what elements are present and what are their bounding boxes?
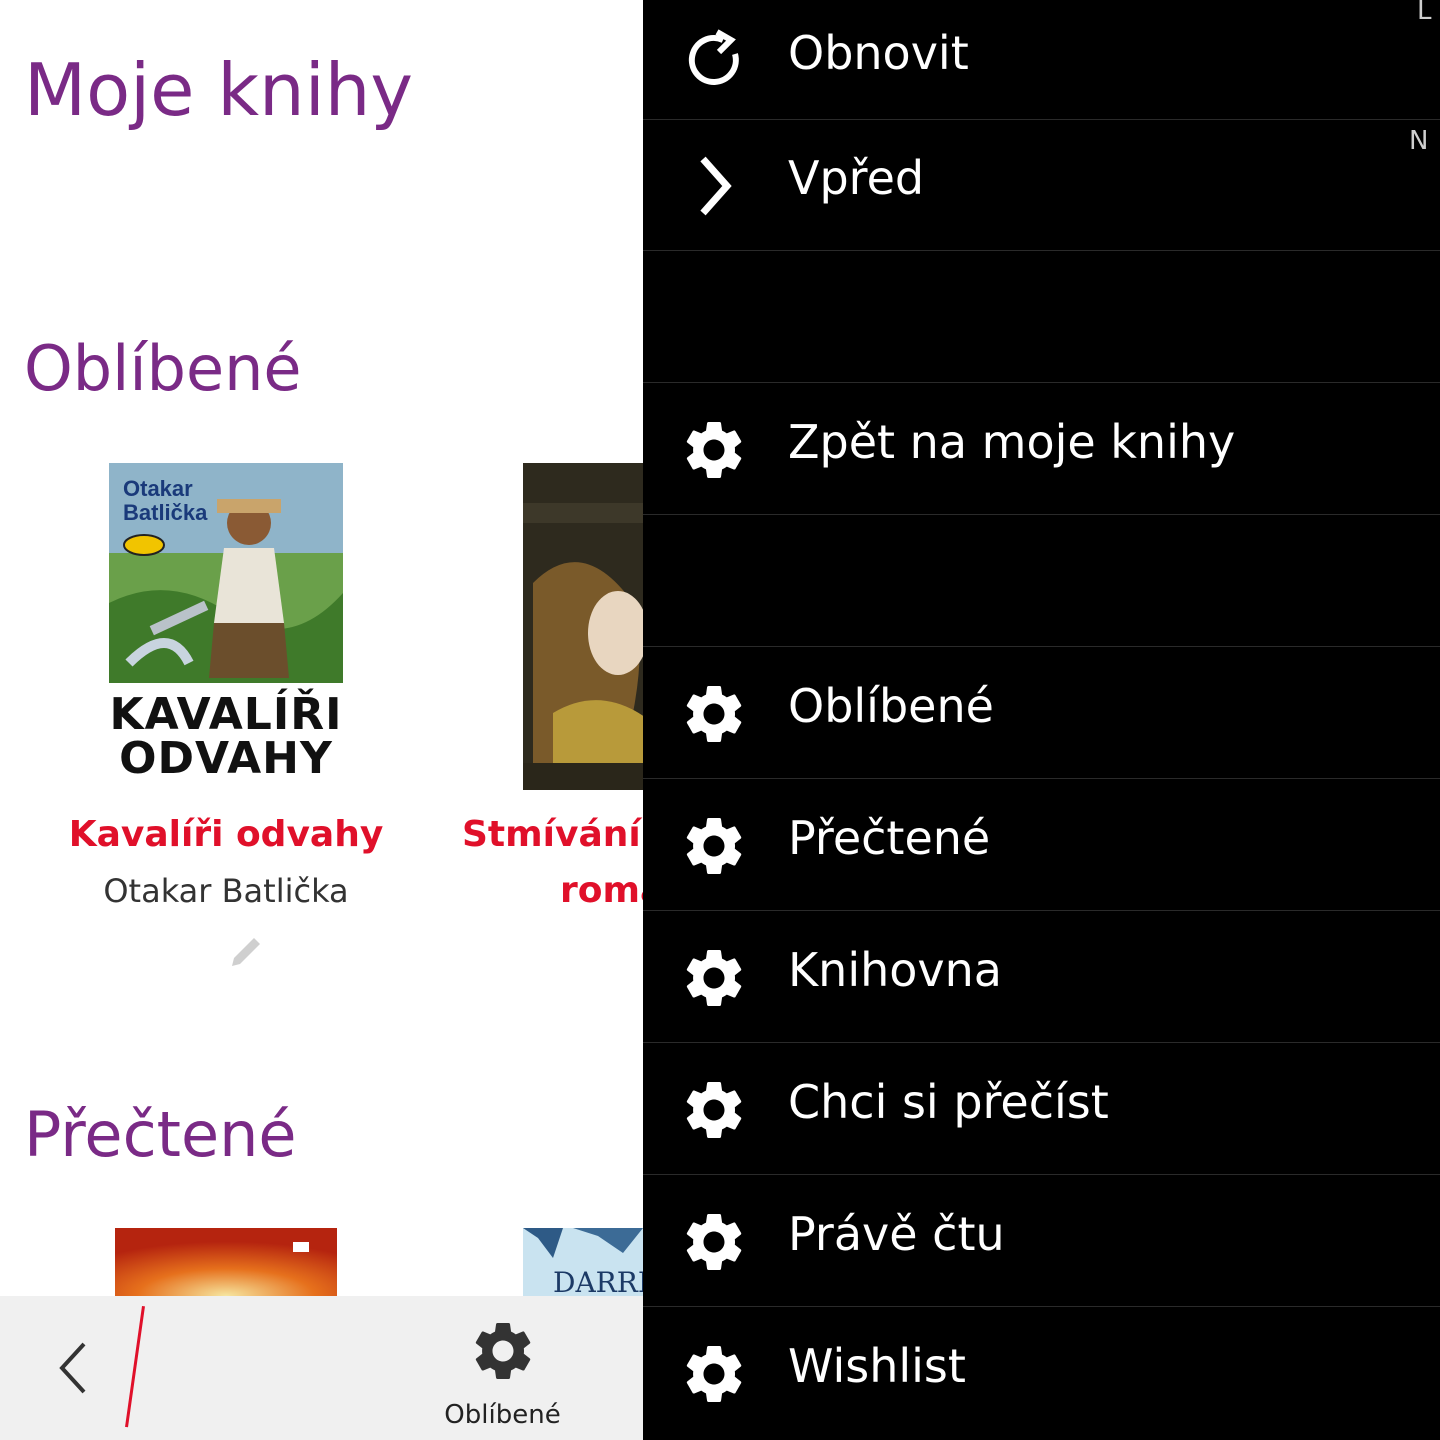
- menu-item-wishlist[interactable]: Wishlist: [643, 1307, 1440, 1438]
- menu-item-label: Chci si přečíst: [788, 1075, 1109, 1129]
- refresh-icon: [688, 29, 739, 85]
- section-title-read: Přečtené: [24, 1098, 297, 1171]
- book-title[interactable]: Kavalíři odvahy: [66, 814, 386, 855]
- gear-icon: [686, 950, 742, 1006]
- menu-item-currently-reading[interactable]: Právě čtu: [643, 1175, 1440, 1307]
- menu-item-label: Zpět na moje knihy: [788, 415, 1236, 469]
- menu-item-want-to-read[interactable]: Chci si přečíst: [643, 1043, 1440, 1175]
- book-author: Otakar Batlička: [103, 872, 349, 910]
- side-menu: Obnovit Vpřed Zpět na moje knihy Oblíben…: [643, 0, 1440, 1440]
- menu-item-empty: [643, 251, 1440, 383]
- cover-art: DARREN: [523, 1228, 643, 1296]
- menu-item-label: Knihovna: [788, 943, 1002, 997]
- menu-item-empty: [643, 515, 1440, 647]
- gear-icon: [686, 686, 742, 742]
- book-cover-read-1[interactable]: [115, 1228, 337, 1296]
- edge-index-letter: L: [1417, 0, 1432, 26]
- menu-item-library[interactable]: Knihovna: [643, 911, 1440, 1043]
- book-cover-read-2[interactable]: DARREN: [523, 1228, 643, 1296]
- chevron-right-icon: [700, 156, 732, 216]
- menu-item-label: Vpřed: [788, 151, 925, 205]
- gear-icon: [686, 1346, 742, 1402]
- edge-index-letter: N: [1409, 126, 1429, 156]
- menu-item-label: Přečtené: [788, 811, 991, 865]
- cover-art: [115, 1228, 337, 1296]
- menu-item-label: Wishlist: [788, 1339, 966, 1393]
- book-cover-stmivani[interactable]: [523, 463, 643, 790]
- section-title-favorites: Oblíbené: [24, 332, 302, 405]
- book-title-line2: roma: [560, 870, 643, 911]
- menu-item-favorites[interactable]: Oblíbené: [643, 647, 1440, 779]
- book-cover-kavaliri-odvahy[interactable]: Otakar Batlička KAVALÍŘI ODVAHY: [109, 463, 343, 790]
- my-books-page: Moje knihy Oblíbené Otakar Batlička KAVA…: [0, 0, 643, 1440]
- gear-icon: [475, 1323, 531, 1379]
- page-title: Moje knihy: [24, 48, 413, 132]
- menu-item-forward[interactable]: Vpřed: [643, 119, 1440, 251]
- cover-art: [523, 463, 643, 790]
- gear-icon: [686, 1082, 742, 1138]
- menu-item-refresh[interactable]: Obnovit: [643, 0, 1440, 120]
- edit-pencil-icon[interactable]: [228, 934, 264, 970]
- favorites-tab-label: Oblíbené: [444, 1400, 561, 1430]
- menu-item-label: Právě čtu: [788, 1207, 1005, 1261]
- back-arrow-icon[interactable]: [50, 1338, 100, 1398]
- menu-item-label: Oblíbené: [788, 679, 994, 733]
- book-title[interactable]: Stmívání:: [462, 814, 643, 855]
- gear-icon: [686, 818, 742, 874]
- menu-item-label: Obnovit: [788, 26, 969, 80]
- gear-icon: [686, 422, 742, 478]
- favorites-tab[interactable]: Oblíbené: [420, 1300, 585, 1440]
- svg-text:DARREN: DARREN: [553, 1266, 643, 1296]
- gear-icon: [686, 1214, 742, 1270]
- menu-item-back-to-my-books[interactable]: Zpět na moje knihy: [643, 383, 1440, 515]
- cover-author: Otakar Batlička: [123, 476, 208, 525]
- menu-item-read[interactable]: Přečtené: [643, 779, 1440, 911]
- cover-title-line2: ODVAHY: [119, 733, 333, 784]
